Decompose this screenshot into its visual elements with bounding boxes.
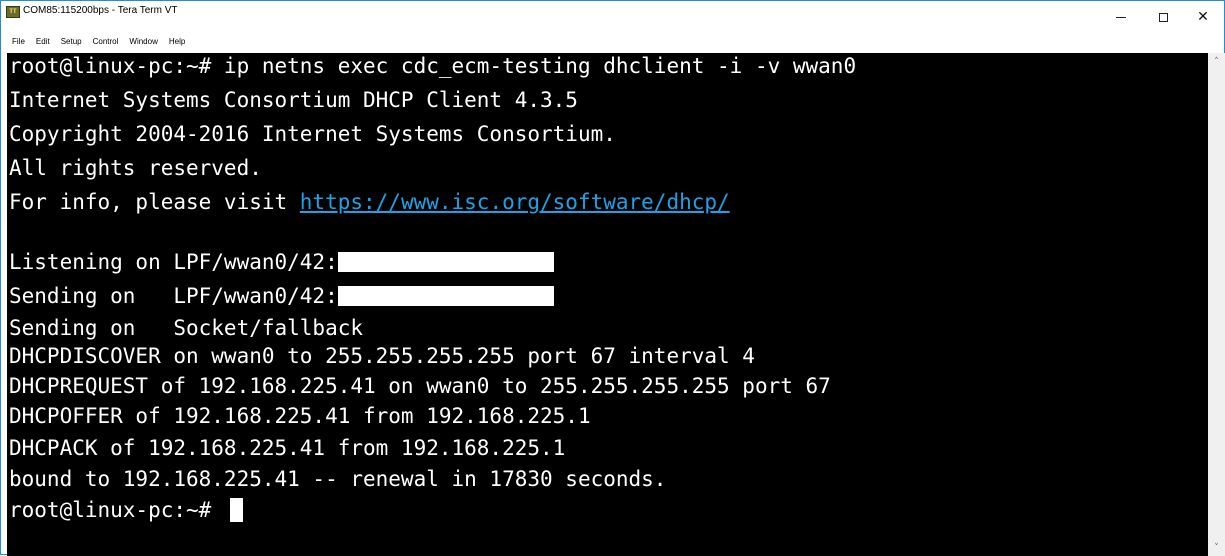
minimize-button[interactable] [1100,1,1142,33]
menu-window[interactable]: Window [129,37,157,51]
scroll-down-arrow-icon[interactable]: ˅ [1208,539,1225,556]
terminal-line: All rights reserved. [9,156,262,180]
listening-text: Listening on LPF/wwan0/42: [9,250,338,274]
isc-dhcp-link[interactable]: https://www.isc.org/software/dhcp/ [300,190,730,214]
terminal-line: DHCPREQUEST of 192.168.225.41 on wwan0 t… [9,374,831,398]
terminal-line: DHCPOFFER of 192.168.225.41 from 192.168… [9,404,591,428]
maximize-icon [1158,12,1168,22]
terminal-line: DHCPDISCOVER on wwan0 to 255.255.255.255… [9,344,755,368]
scroll-up-arrow-icon[interactable]: ˄ [1208,53,1225,70]
close-icon: ✕ [1197,9,1209,25]
title-bar[interactable]: TT COM85:115200bps - Tera Term VT [1,1,1224,25]
terminal-line: Internet Systems Consortium DHCP Client … [9,88,578,112]
terminal-line: Copyright 2004-2016 Internet Systems Con… [9,122,616,146]
close-button[interactable]: ✕ [1182,1,1224,33]
terminal-line: Sending on Socket/fallback [9,316,364,340]
menu-bar: File Edit Setup Control Window Help [1,37,185,51]
terminal-line: bound to 192.168.225.41 -- renewal in 17… [9,467,667,491]
redacted-mac-address [337,252,554,272]
prompt-text: root@linux-pc:~# [9,498,224,522]
terminal-screen[interactable]: root@linux-pc:~# ip netns exec cdc_ecm-t… [7,53,1208,556]
terminal-line-prompt: root@linux-pc:~# [9,497,243,523]
redacted-mac-address [337,286,554,306]
terminal-line-info: For info, please visit https://www.isc.o… [9,189,730,215]
maximize-button[interactable] [1142,1,1184,33]
menu-setup[interactable]: Setup [61,37,82,51]
teraterm-app-icon[interactable]: TT [6,6,20,18]
terminal-line-command: root@linux-pc:~# ip netns exec cdc_ecm-t… [9,54,857,78]
info-text: For info, please visit [9,190,300,214]
menu-file[interactable]: File [12,37,25,51]
vertical-scrollbar[interactable]: ˄ ˅ [1208,53,1225,556]
menu-control[interactable]: Control [93,37,119,51]
text-cursor [229,498,243,522]
menu-edit[interactable]: Edit [36,37,50,51]
terminal-line-listening: Listening on LPF/wwan0/42: [9,249,554,275]
terminal-line: DHCPACK of 192.168.225.41 from 192.168.2… [9,436,566,460]
sending-text: Sending on LPF/wwan0/42: [9,284,338,308]
window-title: COM85:115200bps - Tera Term VT [23,5,178,16]
menu-help[interactable]: Help [169,37,185,51]
minimize-icon [1116,16,1126,18]
terminal-line-sending: Sending on LPF/wwan0/42: [9,283,554,309]
terminal-window: TT COM85:115200bps - Tera Term VT ✕ File… [0,0,1225,556]
